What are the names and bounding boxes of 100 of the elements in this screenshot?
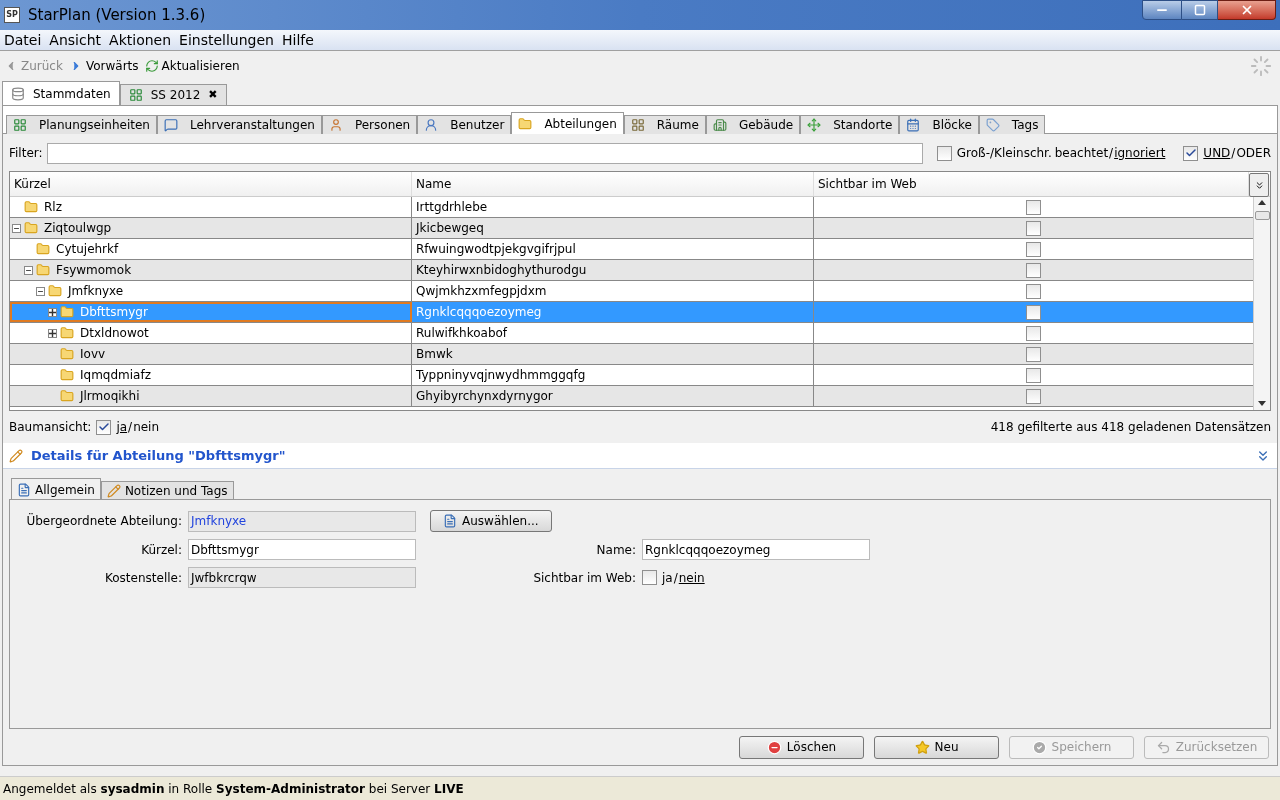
name-cell-text: Rgnklcqqqoezoymeg [416,304,542,321]
expand-toggle[interactable] [48,328,57,338]
folder-icon [24,221,38,235]
close-button[interactable] [1218,0,1276,20]
section-tab[interactable]: Benutzer [417,115,512,134]
table-row[interactable]: Jmfknyxe Qwjmkhzxmfegpjdxm [10,281,1253,302]
section-tab[interactable]: Gebäude [705,115,801,134]
check-icon [1184,147,1197,159]
name-cell-text: Bmwk [416,346,453,363]
section-tab[interactable]: Planungseinheiten [6,115,157,134]
action-button[interactable]: Neu [874,735,999,759]
web-checkbox[interactable] [1026,325,1041,341]
folder-icon [24,200,38,214]
field-label: Kostenstelle: [104,569,183,587]
section-tab[interactable]: Lehrveranstaltungen [156,115,322,134]
details-tab[interactable]: Allgemein [11,478,101,500]
table-row[interactable]: Fsywmomok Kteyhirwxnbidoghythurodgu [10,260,1253,281]
speech-bubble-icon [163,118,178,132]
web-checkbox[interactable] [1026,262,1041,278]
name-cell-text: Typpninyvqjnwydhmmggqfg [416,367,586,384]
section-tab[interactable]: Räume [623,115,706,134]
section-tab[interactable]: Abteilungen [511,112,624,134]
checkbox[interactable] [1183,145,1199,161]
scroll-thumb[interactable] [1254,211,1270,220]
section-tab[interactable]: Personen [321,115,418,134]
code-field[interactable]: Dbfttsmygr [188,539,416,560]
web-checkbox[interactable] [1026,220,1041,236]
action-button[interactable]: Löschen [739,735,864,759]
column-chooser-button[interactable] [1249,173,1269,197]
menu-item[interactable]: Datei [0,29,46,51]
table-row[interactable]: Dtxldnowot Rulwifkhkoabof [10,323,1253,344]
menu-item[interactable]: Ansicht [45,29,106,51]
option-link[interactable]: ODER [1236,146,1271,160]
column-header[interactable]: Kürzel [10,172,412,196]
minimize-button[interactable] [1142,0,1182,20]
section-tab[interactable]: Blöcke [899,115,979,134]
menu-item[interactable]: Hilfe [277,29,318,51]
toolbar-button[interactable]: Aktualisieren [144,57,240,75]
separator-text: / [1109,146,1114,160]
code-cell-text: Rlz [44,199,62,216]
option-link[interactable]: ignoriert [1114,146,1166,160]
option-link[interactable]: beachtet [1054,146,1109,160]
form-icon [443,514,457,528]
star-icon [914,739,930,755]
code-cell-text: Jmfknyxe [68,283,124,300]
menu-item[interactable]: Einstellungen [175,29,278,51]
menu-item[interactable]: Aktionen [105,29,176,51]
web-checkbox[interactable] [1026,346,1041,362]
option-link[interactable]: ja [116,420,128,434]
option-link[interactable]: nein [133,420,160,434]
document-tab[interactable]: SS 2012 ✖ [119,84,227,105]
name-cell-text: Irttgdrhlebe [416,199,488,216]
pencil-icon [106,484,121,498]
checkbox[interactable] [936,145,952,161]
folder-icon [60,305,74,319]
web-checkbox[interactable] [1026,283,1041,299]
choose-button[interactable]: Auswählen... [430,510,552,532]
document-tab[interactable]: Stammdaten [2,81,120,105]
web-checkbox[interactable] [1026,241,1041,257]
cost-center-field: Jwfbkrcrqw [188,567,416,588]
arrows-icon [807,118,822,132]
record-count: 418 gefilterte aus 418 geladenen Datensätzen [990,419,1271,436]
section-tab[interactable]: Tags [978,115,1046,134]
expand-toggle[interactable] [48,307,57,317]
collapse-toggle[interactable] [12,223,21,233]
option-link[interactable]: nein [678,570,705,585]
name-cell-text: Jkicbewgeq [416,220,484,237]
separator-text: / [1231,146,1236,160]
table-row[interactable]: Iqmqdmiafz Typpninyvqjnwydhmmggqfg [10,365,1253,386]
section-tab[interactable]: Standorte [800,115,900,134]
grid-icon [13,118,27,132]
toolbar-button[interactable]: Vorwärts [68,57,139,75]
web-checkbox[interactable] [1026,367,1041,383]
checkbox[interactable] [642,570,657,585]
name-cell-text: Rfwuingwodtpjekgvgifrjpul [416,241,576,258]
checkbox[interactable] [96,419,112,435]
filter-label: Filter: [9,145,43,162]
web-checkbox[interactable] [1026,304,1041,320]
table-row[interactable]: Rlz Irttgdrhlebe [10,197,1253,218]
folder-icon [518,116,533,131]
database-icon [11,86,25,101]
name-field[interactable]: Rgnklcqqqoezoymeg [642,539,870,560]
scrollbar[interactable] [1253,197,1270,410]
option-link[interactable]: ja [662,570,673,585]
option-link[interactable]: UND [1203,146,1231,160]
field-label: Kürzel: [140,541,183,559]
code-cell-text: Iovv [80,346,106,363]
close-tab-icon[interactable]: ✖ [208,86,218,104]
table-row[interactable]: Iovv Bmwk [10,344,1253,365]
filter-field[interactable] [46,142,923,164]
folder-icon [36,242,50,256]
table-row[interactable]: Ziqtoulwgp Jkicbewgeq [10,218,1253,239]
column-header[interactable]: Name [412,172,814,196]
table-row[interactable]: Cytujehrkf Rfwuingwodtpjekgvgifrjpul [10,239,1253,260]
web-checkbox[interactable] [1026,388,1041,404]
maximize-button[interactable] [1182,0,1218,20]
collapse-toggle[interactable] [24,265,33,275]
table-row[interactable]: Jlrmoqikhi Ghyibyrchynxdyrnygor [10,386,1253,407]
web-checkbox[interactable] [1026,199,1041,215]
collapse-toggle[interactable] [36,286,45,296]
